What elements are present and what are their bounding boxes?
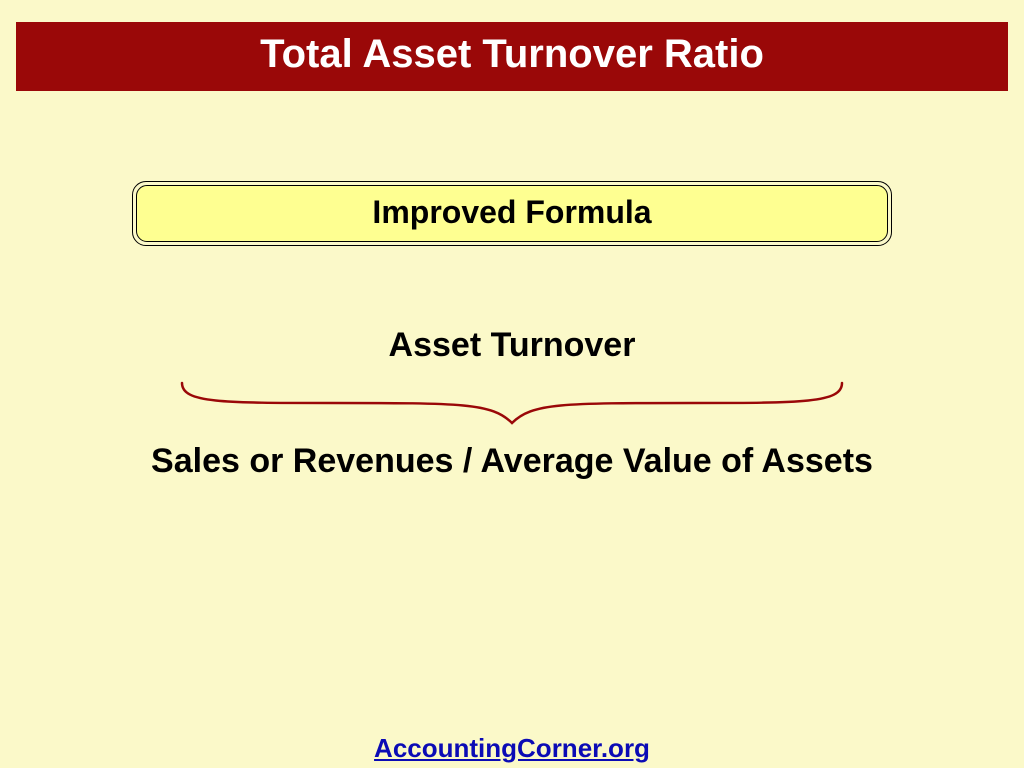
page-title: Total Asset Turnover Ratio: [260, 32, 764, 76]
footer: AccountingCorner.org: [0, 733, 1024, 764]
formula-denominator: Sales or Revenues / Average Value of Ass…: [92, 439, 932, 485]
formula-numerator: Asset Turnover: [0, 326, 1024, 365]
formula-area: Asset Turnover Sales or Revenues / Avera…: [0, 326, 1024, 485]
subheading-box: Improved Formula: [132, 181, 892, 246]
subheading-label: Improved Formula: [136, 185, 888, 242]
subheading-outer-border: Improved Formula: [132, 181, 892, 246]
page-title-bar: Total Asset Turnover Ratio: [16, 22, 1008, 91]
footer-link[interactable]: AccountingCorner.org: [374, 733, 650, 763]
curly-brace-icon: [162, 373, 862, 433]
